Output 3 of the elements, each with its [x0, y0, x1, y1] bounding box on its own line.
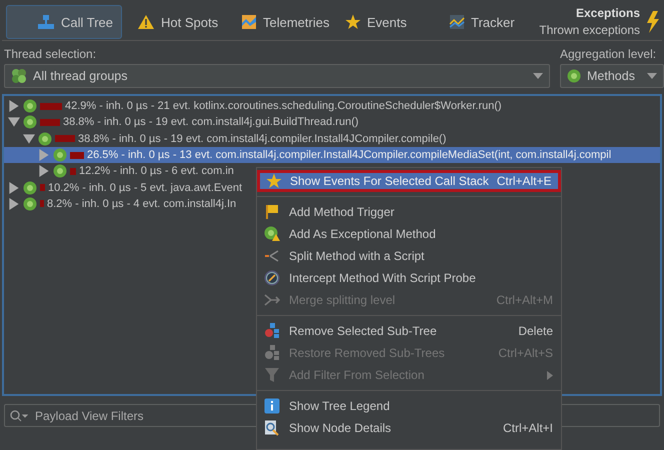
field-label: Thread selection:: [4, 47, 98, 61]
field-label: Aggregation level:: [560, 47, 658, 61]
tab-subtitle: Thrown exceptions: [539, 22, 640, 39]
